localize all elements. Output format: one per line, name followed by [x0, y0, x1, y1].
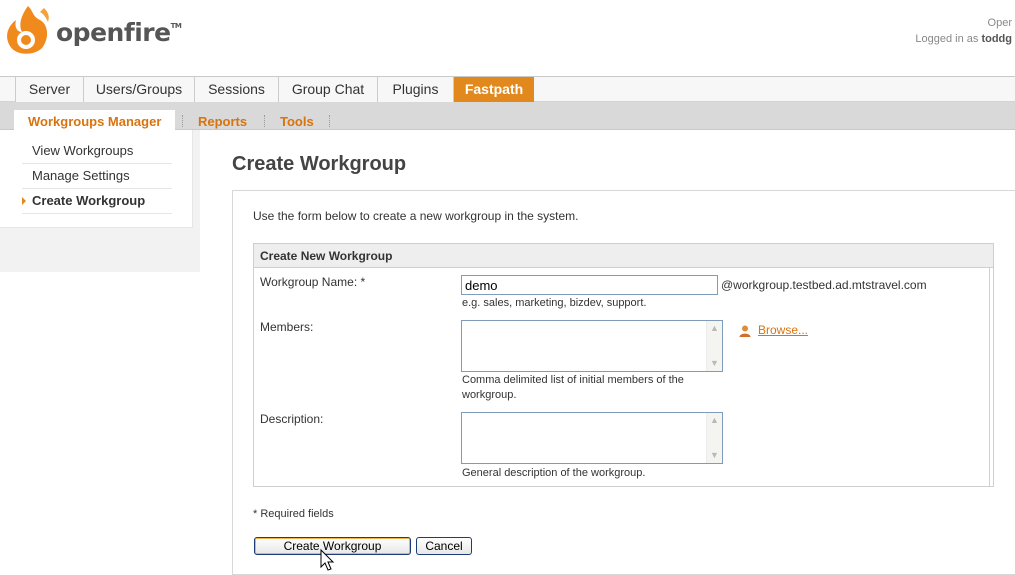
sidebar-item-label: Create Workgroup: [32, 193, 146, 208]
sidebar-item-label: View Workgroups: [32, 143, 134, 158]
subtab-reports[interactable]: Reports: [198, 113, 247, 130]
version-text: Oper: [987, 17, 1012, 29]
description-label: Description:: [260, 412, 324, 426]
sidebar-item-label: Manage Settings: [32, 168, 130, 183]
domain-suffix: @workgroup.testbed.ad.mtstravel.com: [721, 278, 927, 292]
subtab-separator: [264, 115, 265, 127]
page-title: Create Workgroup: [232, 153, 407, 175]
main-tab-bar: Server Users/Groups Sessions Group Chat …: [0, 76, 1015, 102]
sidebar-item-create-workgroup[interactable]: Create Workgroup: [22, 189, 172, 214]
scroll-up-icon[interactable]: ▲: [707, 321, 722, 336]
header-user-info: Oper Logged in as toddg: [915, 15, 1012, 47]
sidebar-menu: View Workgroups Manage Settings Create W…: [0, 130, 193, 228]
browse-link[interactable]: Browse...: [758, 323, 808, 337]
header: openfireTM Oper Logged in as toddg: [0, 0, 1015, 76]
form-section-title: Create New Workgroup: [254, 244, 993, 268]
form-divider: [989, 268, 990, 486]
subtab-workgroups-manager[interactable]: Workgroups Manager: [14, 110, 176, 131]
members-scrollbar[interactable]: ▲ ▼: [706, 321, 722, 371]
cancel-button[interactable]: Cancel: [416, 537, 472, 555]
logged-in-prefix: Logged in as: [915, 33, 979, 45]
subtab-tools[interactable]: Tools: [280, 113, 314, 130]
sidebar-item-view-workgroups[interactable]: View Workgroups: [22, 139, 172, 164]
description-scrollbar[interactable]: ▲ ▼: [706, 413, 722, 463]
tab-server[interactable]: Server: [15, 77, 84, 102]
username: toddg: [981, 33, 1012, 45]
workgroup-name-input[interactable]: [461, 275, 718, 295]
tab-fastpath[interactable]: Fastpath: [454, 77, 534, 102]
intro-text: Use the form below to create a new workg…: [253, 209, 579, 223]
scroll-down-icon[interactable]: ▼: [707, 356, 722, 371]
workgroup-name-label: Workgroup Name: *: [260, 275, 366, 289]
description-textarea[interactable]: ▲ ▼: [461, 412, 723, 464]
user-icon: [739, 325, 751, 337]
members-hint: Comma delimited list of initial members …: [462, 374, 684, 401]
tab-group-chat[interactable]: Group Chat: [279, 77, 378, 102]
tab-plugins[interactable]: Plugins: [378, 77, 454, 102]
logo-text: openfireTM: [56, 18, 182, 47]
required-fields-note: * Required fields: [253, 508, 334, 520]
active-arrow-icon: [22, 197, 26, 205]
sidebar-item-manage-settings[interactable]: Manage Settings: [22, 164, 172, 189]
workgroup-name-hint: e.g. sales, marketing, bizdev, support.: [462, 297, 647, 309]
subtab-separator: [329, 115, 330, 127]
tab-sessions[interactable]: Sessions: [195, 77, 279, 102]
members-label: Members:: [260, 320, 314, 334]
tab-users-groups[interactable]: Users/Groups: [84, 77, 195, 102]
scroll-up-icon[interactable]: ▲: [707, 413, 722, 428]
subtab-separator: [182, 115, 183, 127]
mouse-pointer-icon: [320, 549, 335, 571]
sub-tab-bar: Workgroups Manager Reports Tools: [0, 102, 1015, 131]
description-hint: General description of the workgroup.: [462, 467, 646, 479]
sidebar: View Workgroups Manage Settings Create W…: [0, 130, 200, 272]
members-textarea[interactable]: ▲ ▼: [461, 320, 723, 372]
scroll-down-icon[interactable]: ▼: [707, 448, 722, 463]
